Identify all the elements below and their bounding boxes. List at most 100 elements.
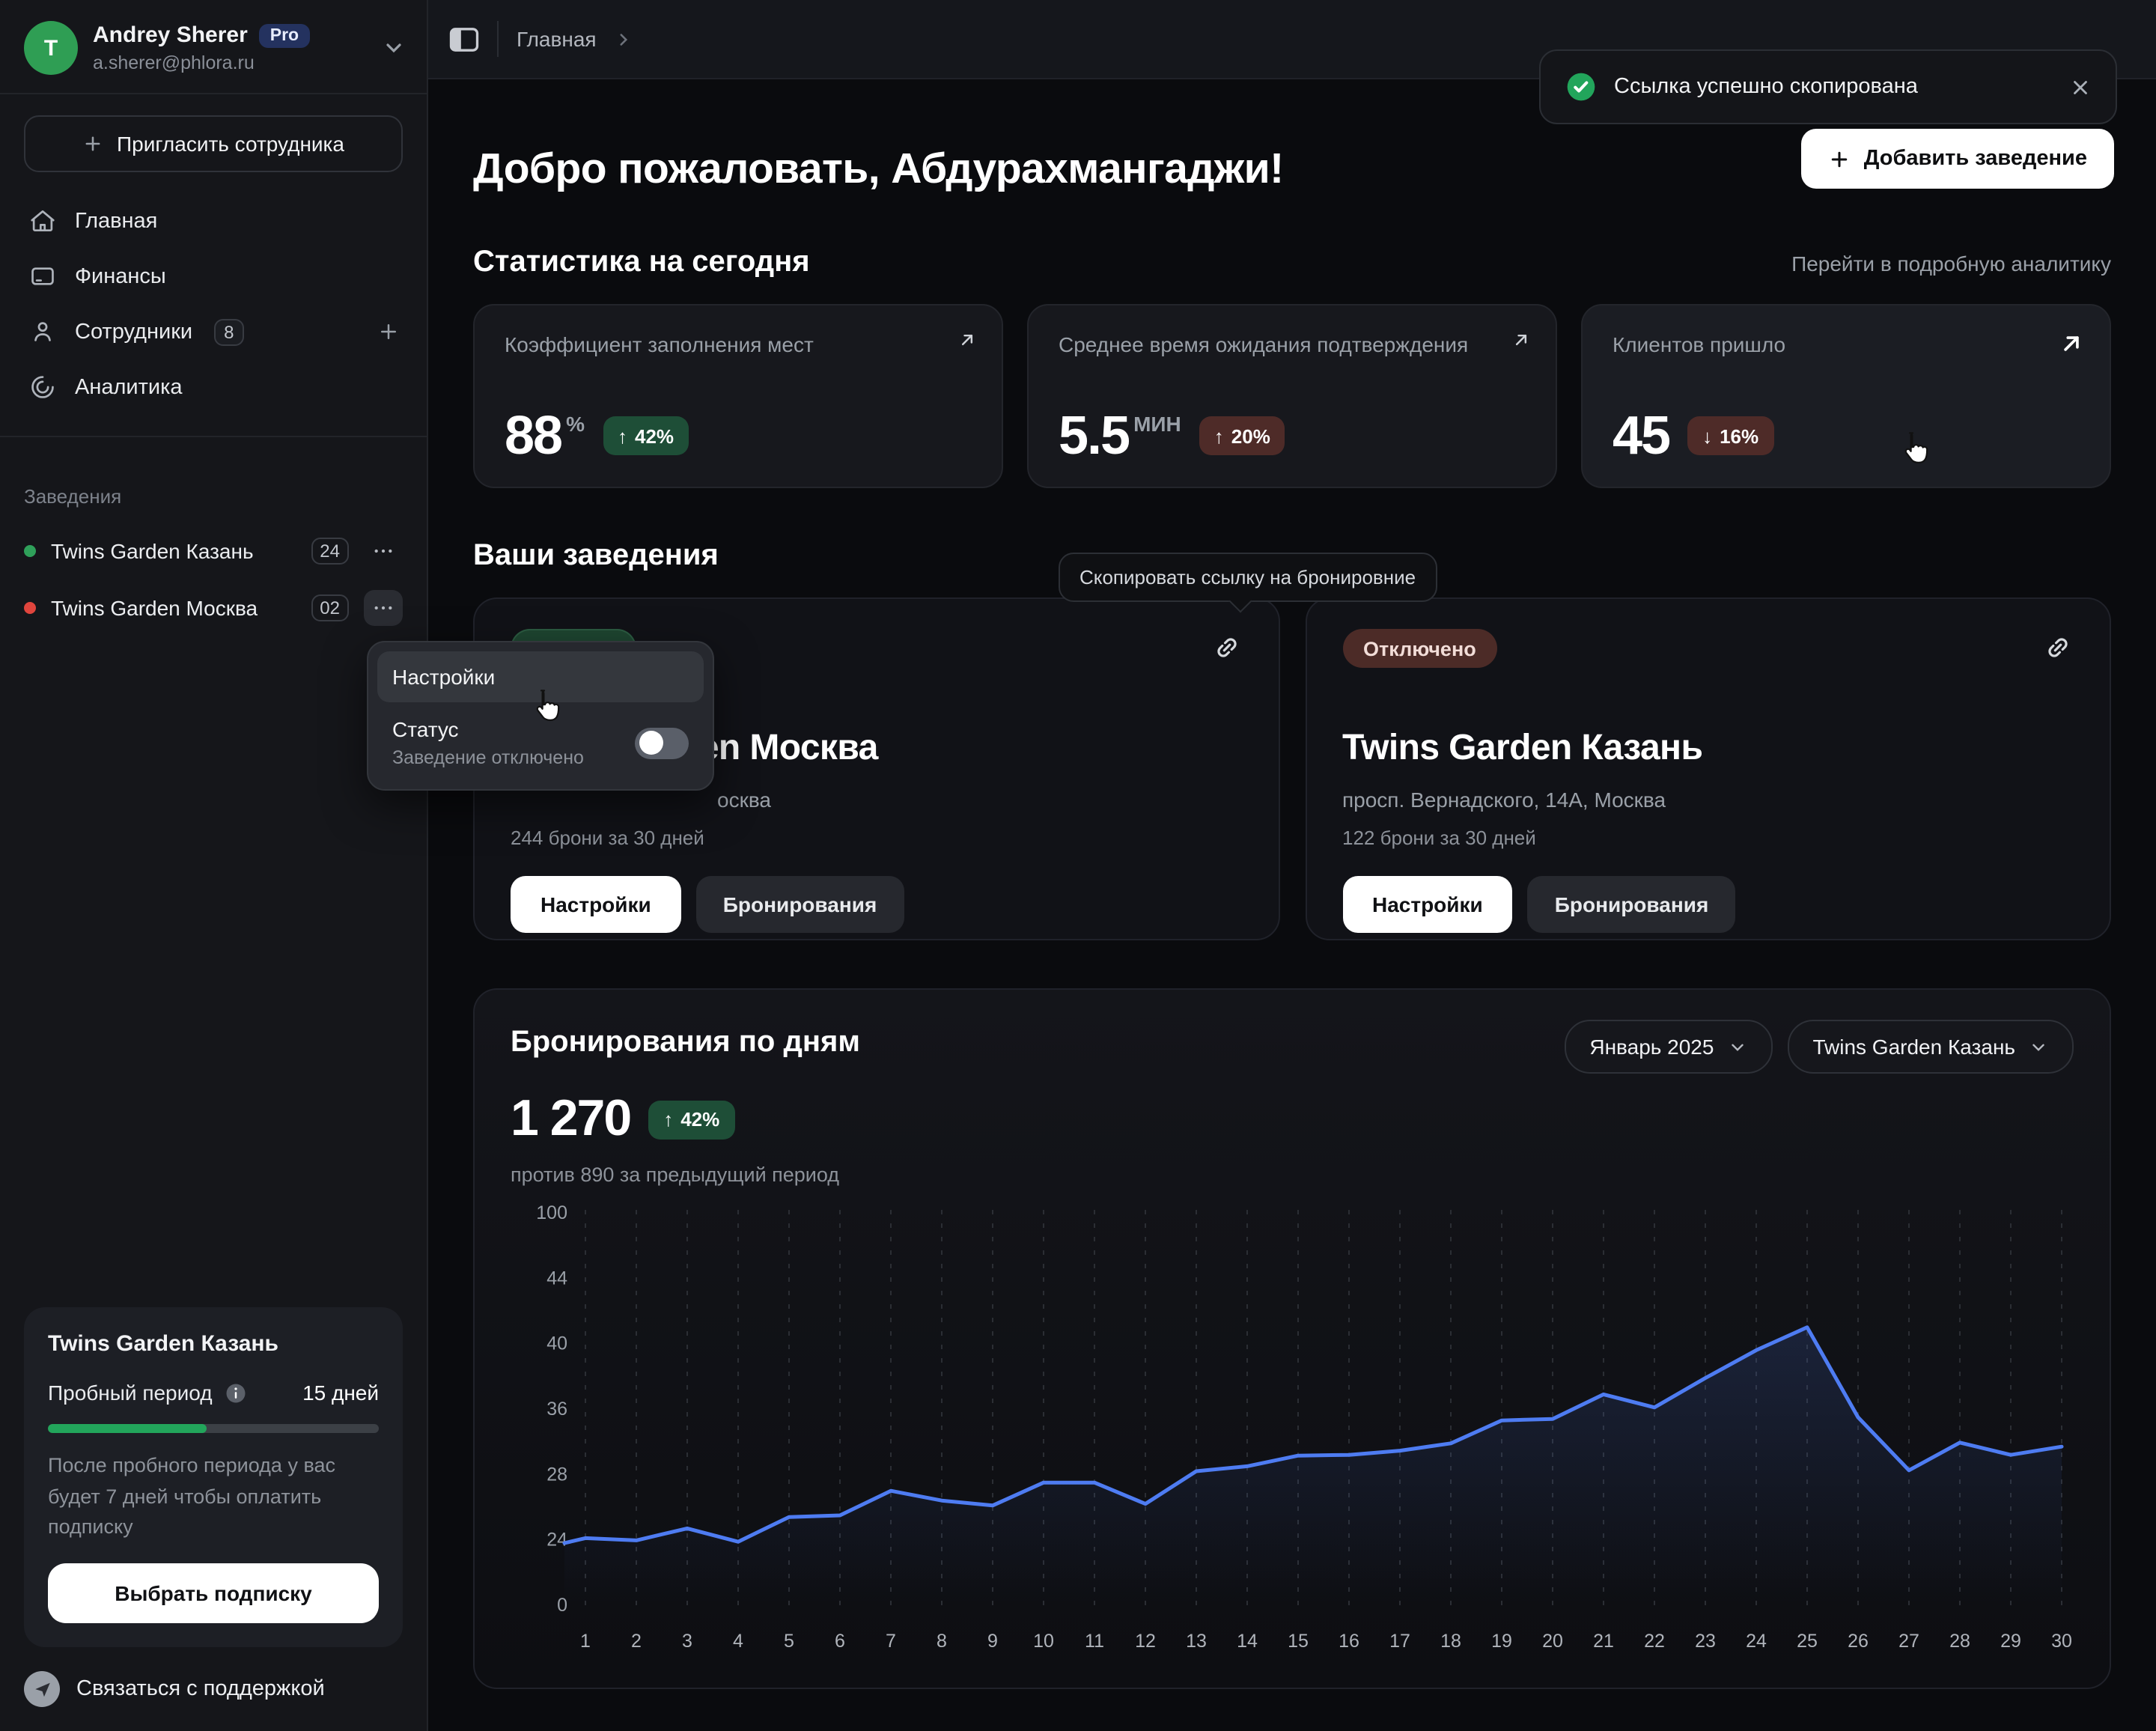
venue-bookings-meta: 244 брони за 30 дней (511, 827, 1242, 849)
change-value: 16% (1720, 425, 1758, 447)
user-menu[interactable]: T Andrey Sherer Pro a.sherer@phlora.ru (0, 0, 427, 93)
breadcrumb-chevron-icon (615, 29, 634, 49)
svg-text:27: 27 (1898, 1631, 1919, 1652)
invite-employee-button[interactable]: Пригласить сотрудника (24, 115, 403, 172)
stat-title: Коэффициент заполнения мест (505, 332, 972, 356)
stat-unit: МИН (1133, 412, 1181, 436)
telegram-icon (24, 1671, 60, 1707)
chart-comparison: против 890 за предыдущий период (511, 1163, 2074, 1186)
svg-text:7: 7 (886, 1631, 896, 1652)
avatar: T (24, 21, 78, 75)
svg-text:26: 26 (1848, 1631, 1869, 1652)
sidebar-item-label: Главная (75, 209, 157, 233)
user-meta: Andrey Sherer Pro a.sherer@phlora.ru (93, 22, 367, 73)
more-options-icon[interactable] (364, 533, 403, 569)
svg-text:11: 11 (1085, 1631, 1104, 1652)
svg-text:29: 29 (2000, 1631, 2021, 1652)
svg-text:100: 100 (536, 1202, 567, 1223)
trial-period-label: Пробный период (48, 1381, 213, 1405)
home-icon (27, 207, 57, 235)
sidebar-item-analytics[interactable]: Аналитика (18, 359, 409, 415)
stat-card-clients[interactable]: Клиентов пришло 45 ↓ 16% (1581, 304, 2111, 488)
invite-employee-label: Пригласить сотрудника (117, 132, 344, 156)
svg-text:16: 16 (1339, 1631, 1359, 1652)
bookings-button[interactable]: Бронирования (1528, 876, 1736, 933)
svg-text:8: 8 (937, 1631, 947, 1652)
bookings-button[interactable]: Бронирования (696, 876, 904, 933)
svg-text:15: 15 (1288, 1631, 1309, 1652)
more-options-icon[interactable] (364, 590, 403, 626)
svg-text:6: 6 (835, 1631, 845, 1652)
svg-text:20: 20 (1542, 1631, 1563, 1652)
chevron-down-icon[interactable] (382, 36, 406, 60)
copy-link-icon[interactable] (1211, 632, 1242, 663)
sidebar-item-employees[interactable]: Сотрудники 8 (18, 304, 409, 359)
venue-card-kazan: Отключено Twins Garden Казань просп. Вер… (1305, 597, 2111, 940)
svg-text:28: 28 (546, 1464, 567, 1485)
sidebar-toggle-icon[interactable] (449, 26, 479, 52)
stat-card-occupancy[interactable]: Коэффициент заполнения мест 88 % ↑ 42% (473, 304, 1003, 488)
sidebar-item-label: Сотрудники (75, 320, 192, 344)
user-name: Andrey Sherer (93, 22, 248, 48)
sidebar-venue-kazan[interactable]: Twins Garden Казань 24 (12, 526, 415, 577)
svg-text:24: 24 (546, 1530, 567, 1551)
svg-text:2: 2 (631, 1631, 642, 1652)
toast-message: Ссылка успешно скопирована (1614, 75, 2053, 99)
trend-arrow: ↓ (1702, 425, 1712, 447)
venue-count-badge: 24 (311, 538, 349, 565)
svg-text:40: 40 (546, 1333, 567, 1354)
plan-badge: Pro (260, 23, 309, 47)
settings-button[interactable]: Настройки (1342, 876, 1513, 933)
venue-filter-value: Twins Garden Казань (1812, 1035, 2015, 1059)
venue-filter-dropdown[interactable]: Twins Garden Казань (1787, 1020, 2074, 1074)
svg-text:17: 17 (1389, 1631, 1410, 1652)
analytics-link[interactable]: Перейти в подробную аналитику (1791, 252, 2111, 276)
copy-link-icon[interactable] (2042, 632, 2074, 663)
venue-title: Twins Garden Казань (1342, 728, 2074, 770)
add-venue-button[interactable]: Добавить заведение (1801, 129, 2114, 189)
add-employee-icon[interactable] (377, 320, 400, 343)
stat-card-wait-time[interactable]: Среднее время ожидания подтверждения 5.5… (1027, 304, 1557, 488)
context-menu-settings[interactable]: Настройки (377, 651, 704, 702)
change-value: 42% (635, 425, 674, 447)
breadcrumb[interactable]: Главная (517, 27, 597, 51)
change-badge: ↑ 42% (603, 416, 689, 455)
status-badge: Отключено (1342, 629, 1497, 668)
sidebar-item-finance[interactable]: Финансы (18, 249, 409, 304)
chevron-down-icon (2029, 1037, 2048, 1056)
settings-button[interactable]: Настройки (511, 876, 681, 933)
svg-text:3: 3 (682, 1631, 692, 1652)
divider (497, 21, 499, 57)
change-badge: ↑ 20% (1199, 416, 1285, 455)
stats-section-title: Статистика на сегодня (473, 246, 810, 280)
trend-arrow: ↑ (663, 1108, 673, 1131)
stat-title: Клиентов пришло (1613, 332, 2080, 356)
month-filter-value: Январь 2025 (1589, 1035, 1714, 1059)
trial-card: Twins Garden Казань Пробный период 15 дн… (24, 1308, 403, 1648)
status-toggle[interactable] (635, 727, 689, 758)
month-filter-dropdown[interactable]: Январь 2025 (1564, 1020, 1772, 1074)
sidebar-item-label: Аналитика (75, 375, 183, 399)
arrow-up-right-icon (957, 329, 978, 350)
trial-note: После пробного периода у вас будет 7 дне… (48, 1452, 379, 1543)
info-icon[interactable] (225, 1382, 247, 1405)
avatar-initial: T (44, 35, 58, 61)
success-check-icon (1565, 70, 1598, 103)
svg-text:4: 4 (733, 1631, 743, 1652)
stats-row: Коэффициент заполнения мест 88 % ↑ 42% С… (473, 304, 2111, 488)
choose-subscription-button[interactable]: Выбрать подписку (48, 1563, 379, 1623)
sidebar: T Andrey Sherer Pro a.sherer@phlora.ru П… (0, 0, 428, 1731)
svg-text:12: 12 (1135, 1631, 1156, 1652)
svg-text:28: 28 (1949, 1631, 1970, 1652)
change-badge: ↑ 42% (648, 1100, 734, 1139)
close-icon[interactable] (2069, 76, 2092, 98)
divider (0, 93, 427, 94)
analytics-spiral-icon (27, 373, 57, 401)
change-badge: ↓ 16% (1687, 416, 1773, 455)
svg-text:22: 22 (1644, 1631, 1665, 1652)
venues-section-label: Заведения (24, 485, 403, 508)
venue-count-badge: 02 (311, 594, 349, 621)
sidebar-item-home[interactable]: Главная (18, 193, 409, 249)
sidebar-venue-moscow[interactable]: Twins Garden Москва 02 (12, 582, 415, 633)
contact-support-link[interactable]: Связаться с поддержкой (0, 1647, 427, 1731)
